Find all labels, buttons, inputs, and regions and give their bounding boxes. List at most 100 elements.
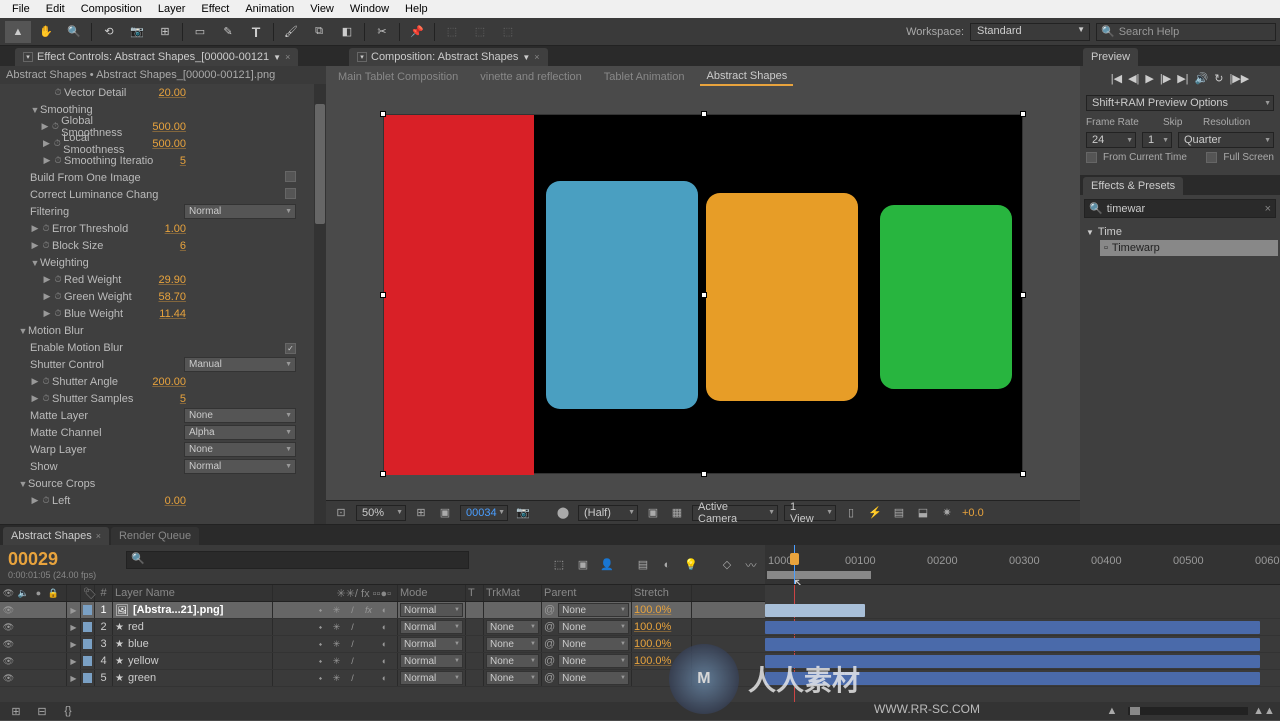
- brush-tool-icon[interactable]: 🖌: [278, 21, 304, 43]
- preview-resolution-select[interactable]: Quarter: [1178, 132, 1274, 148]
- menu-edit[interactable]: Edit: [38, 1, 73, 17]
- breadcrumb-item[interactable]: Tablet Animation: [598, 69, 691, 85]
- property-value[interactable]: 11.44: [159, 308, 186, 320]
- parent-select[interactable]: None: [558, 637, 629, 651]
- property-row[interactable]: Enable Motion Blur: [0, 339, 326, 356]
- property-row[interactable]: Build From One Image: [0, 169, 326, 186]
- loop-icon[interactable]: ↻: [1214, 72, 1223, 85]
- label-color[interactable]: [83, 605, 92, 615]
- property-row[interactable]: Matte LayerNone: [0, 407, 326, 424]
- always-preview-icon[interactable]: ⊡: [332, 505, 350, 521]
- camera-select[interactable]: Active Camera: [692, 505, 778, 521]
- layer-bar[interactable]: [765, 655, 1260, 668]
- layer-name[interactable]: red: [128, 621, 144, 633]
- selection-handle[interactable]: [380, 471, 386, 477]
- time-ruler[interactable]: 1000 00100 00200 00300 00400 00500 0060 …: [765, 545, 1280, 584]
- property-row[interactable]: ▶⏱Smoothing Iteratio5: [0, 152, 326, 169]
- video-toggle-icon[interactable]: 👁: [2, 604, 15, 617]
- checkbox[interactable]: [285, 343, 296, 354]
- pixel-ar-icon[interactable]: ▯: [842, 505, 860, 521]
- effects-item-timewarp[interactable]: ▫Timewarp: [1100, 240, 1278, 256]
- view-axis-icon[interactable]: ⬚: [495, 21, 521, 43]
- motion-blur-toggle-icon[interactable]: ◐: [378, 621, 391, 634]
- comp-mini-flowchart-icon[interactable]: ⬚: [549, 555, 569, 575]
- twirl-icon[interactable]: ▼: [18, 479, 28, 489]
- exposure-value[interactable]: +0.0: [962, 507, 984, 519]
- quality-icon[interactable]: /: [346, 621, 359, 634]
- eraser-tool-icon[interactable]: ◧: [334, 21, 360, 43]
- stopwatch-icon[interactable]: ⏱: [52, 155, 64, 167]
- layer-name[interactable]: yellow: [128, 655, 159, 667]
- property-value[interactable]: 500.00: [152, 138, 186, 150]
- track-row[interactable]: [765, 653, 1280, 670]
- twirl-icon[interactable]: ▶: [40, 121, 50, 132]
- property-row[interactable]: FilteringNormal: [0, 203, 326, 220]
- layer-name[interactable]: blue: [128, 638, 149, 650]
- checkbox[interactable]: [285, 171, 296, 182]
- timeline-icon[interactable]: ▤: [890, 505, 908, 521]
- property-value[interactable]: 5: [180, 155, 186, 167]
- layer-row[interactable]: 👁 ▶ 5 ★green ⬩✳/◐ Normal None @None: [0, 670, 765, 687]
- parent-select[interactable]: None: [558, 620, 629, 634]
- trkmat-select[interactable]: None: [486, 671, 539, 685]
- effect-controls-tab[interactable]: ▾ Effect Controls: Abstract Shapes_[0000…: [15, 48, 298, 66]
- resolution-select[interactable]: (Half): [578, 505, 638, 521]
- property-row[interactable]: ▼Source Crops: [0, 475, 326, 492]
- menu-window[interactable]: Window: [342, 1, 397, 17]
- video-toggle-icon[interactable]: 👁: [2, 638, 15, 651]
- quality-icon[interactable]: /: [346, 604, 359, 617]
- pickwhip-icon[interactable]: @: [544, 638, 555, 650]
- label-column-icon[interactable]: 🏷: [81, 585, 95, 601]
- property-row[interactable]: ▶⏱Left0.00: [0, 492, 326, 509]
- property-value[interactable]: 58.70: [158, 291, 186, 303]
- label-color[interactable]: [83, 673, 92, 683]
- property-row[interactable]: ▶⏱Shutter Samples5: [0, 390, 326, 407]
- property-row[interactable]: ▶⏱Blue Weight11.44: [0, 305, 326, 322]
- blend-mode-select[interactable]: Normal: [400, 671, 463, 685]
- text-tool-icon[interactable]: T: [243, 21, 269, 43]
- property-row[interactable]: ▶⏱Block Size6: [0, 237, 326, 254]
- blend-mode-select[interactable]: Normal: [400, 637, 463, 651]
- property-row[interactable]: Correct Luminance Chang: [0, 186, 326, 203]
- composition-tab[interactable]: ▾ Composition: Abstract Shapes ▼ ×: [349, 48, 548, 66]
- twirl-icon[interactable]: ▶: [30, 495, 40, 506]
- collapse-icon[interactable]: ✳: [330, 604, 343, 617]
- checkbox[interactable]: [285, 188, 296, 199]
- menu-animation[interactable]: Animation: [237, 1, 302, 17]
- timeline-tab[interactable]: Abstract Shapes×: [3, 527, 109, 545]
- property-row[interactable]: ▶⏱Shutter Angle200.00: [0, 373, 326, 390]
- stopwatch-icon[interactable]: ⏱: [52, 291, 64, 303]
- property-row[interactable]: ▼Smoothing: [0, 101, 326, 118]
- property-value[interactable]: 200.00: [152, 376, 186, 388]
- effects-presets-tab[interactable]: Effects & Presets: [1083, 177, 1183, 195]
- hide-shy-icon[interactable]: 👤: [597, 555, 617, 575]
- motion-blur-toggle-icon[interactable]: ◐: [378, 672, 391, 685]
- shape-yellow[interactable]: [706, 193, 858, 401]
- rotation-tool-icon[interactable]: ⟲: [96, 21, 122, 43]
- selection-handle[interactable]: [380, 111, 386, 117]
- pickwhip-icon[interactable]: @: [544, 655, 555, 667]
- selection-handle[interactable]: [380, 292, 386, 298]
- layer-bar[interactable]: [765, 621, 1260, 634]
- dropdown[interactable]: Normal: [184, 459, 296, 474]
- selection-tool-icon[interactable]: ▲: [5, 21, 31, 43]
- zoom-select[interactable]: 50%: [356, 505, 406, 521]
- stretch-value[interactable]: 100.0%: [634, 638, 671, 650]
- label-color[interactable]: [83, 639, 92, 649]
- shape-green[interactable]: [880, 205, 1012, 389]
- breadcrumb-item[interactable]: Main Tablet Composition: [332, 69, 464, 85]
- close-icon[interactable]: ×: [285, 52, 290, 62]
- menu-effect[interactable]: Effect: [193, 1, 237, 17]
- twirl-icon[interactable]: ▶: [42, 155, 52, 166]
- current-frame[interactable]: 00034: [460, 505, 508, 521]
- preview-tab[interactable]: Preview: [1083, 48, 1138, 66]
- stretch-value[interactable]: 100.0%: [634, 655, 671, 667]
- property-value[interactable]: 20.00: [158, 87, 186, 99]
- blend-mode-select[interactable]: Normal: [400, 603, 463, 617]
- stretch-value[interactable]: 100.0%: [634, 604, 671, 616]
- twirl-icon[interactable]: ▶: [30, 393, 40, 404]
- quality-icon[interactable]: /: [346, 638, 359, 651]
- twirl-icon[interactable]: ▶: [70, 623, 76, 632]
- zoom-in-icon[interactable]: ▲▲: [1254, 701, 1274, 721]
- layer-name[interactable]: green: [128, 672, 156, 684]
